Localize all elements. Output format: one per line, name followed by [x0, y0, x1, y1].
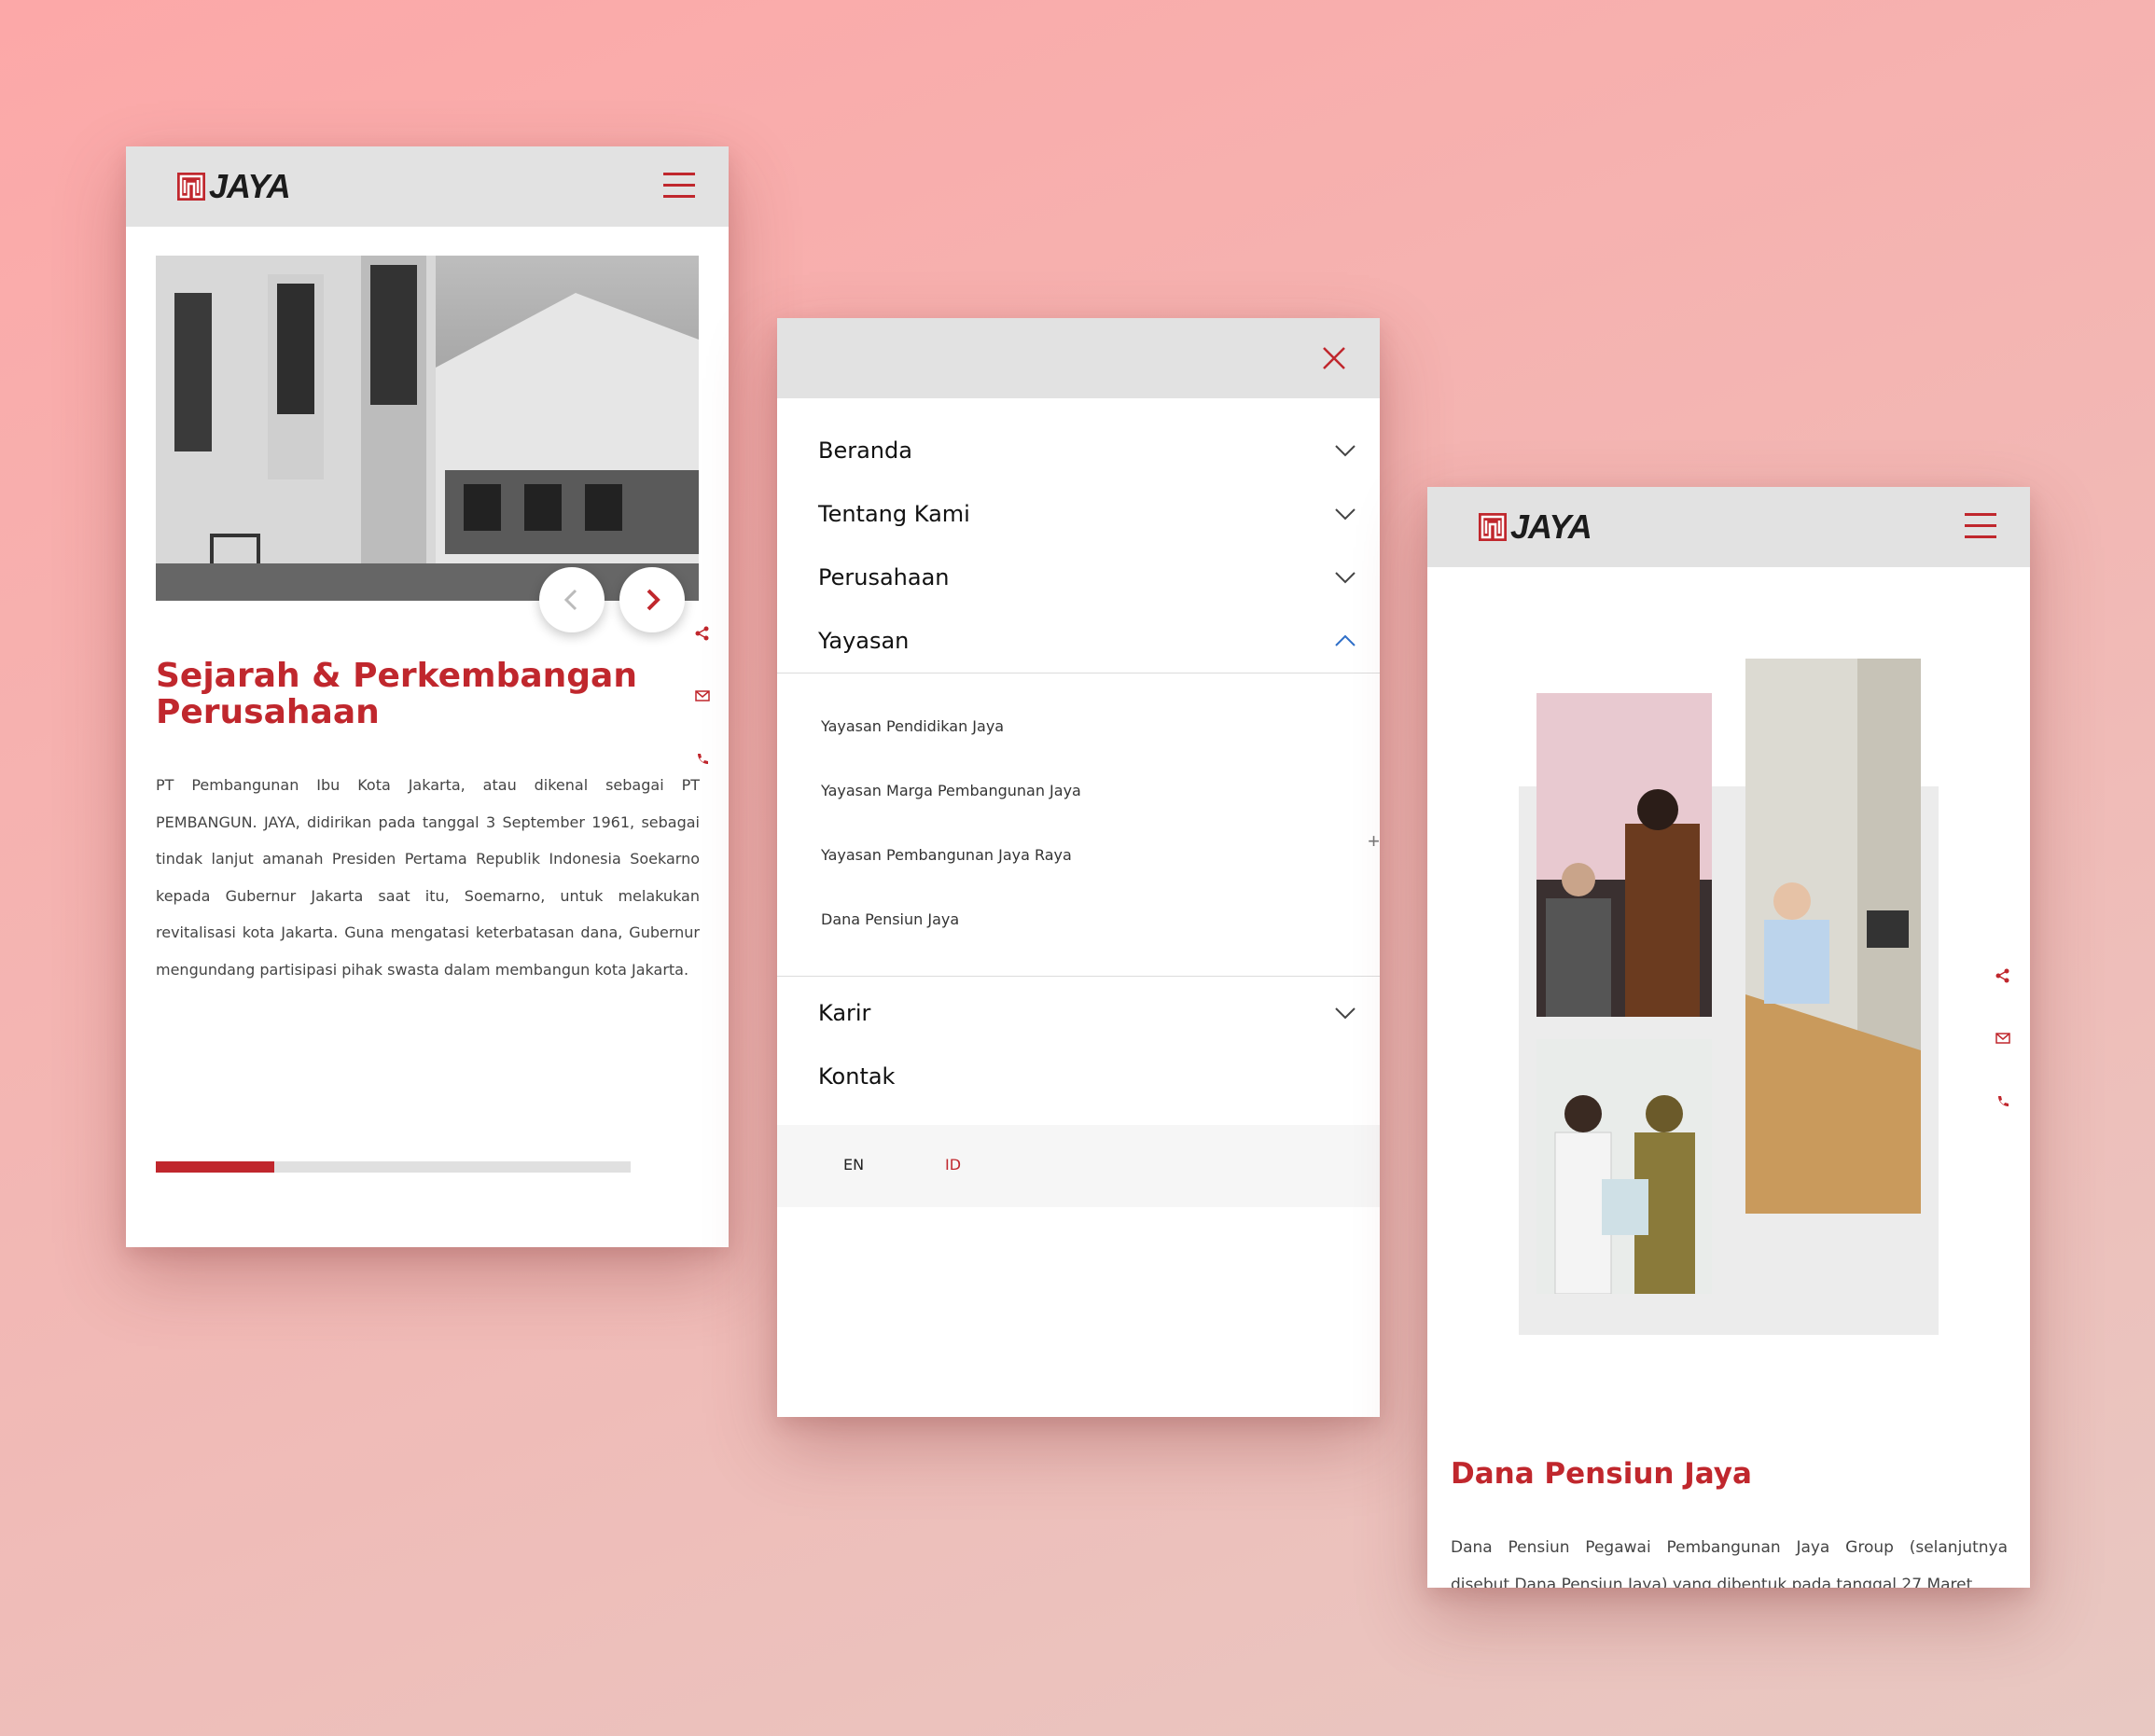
lang-en[interactable]: EN: [843, 1156, 864, 1174]
carousel-prev-button[interactable]: [539, 567, 605, 632]
photo-meeting: [1536, 693, 1712, 1017]
submenu-item[interactable]: Yayasan Marga Pembangunan Jaya: [821, 782, 1081, 799]
menu-item-yayasan[interactable]: Yayasan: [818, 623, 1356, 660]
chevron-down-icon: [1335, 1007, 1356, 1020]
submenu-item[interactable]: Dana Pensiun Jaya: [821, 910, 959, 928]
menu-item-beranda[interactable]: Beranda: [818, 433, 1356, 470]
share-icon[interactable]: [694, 625, 711, 642]
menu-item-tentang-kami[interactable]: Tentang Kami: [818, 496, 1356, 534]
chevron-right-icon: [646, 589, 660, 611]
chevron-up-icon: [1335, 634, 1356, 646]
carousel-progress-bar: [156, 1161, 631, 1173]
photo-handover: [1536, 1039, 1712, 1294]
pension-fund-screen: JAYA Dana Pensiun Jaya Dana Pensiun Pega…: [1427, 487, 2030, 1588]
historic-building-photo: [156, 256, 699, 601]
submenu-item[interactable]: Yayasan Pendidikan Jaya: [821, 717, 1004, 735]
progress-fill: [156, 1161, 275, 1173]
lang-id[interactable]: ID: [945, 1156, 961, 1174]
photo-office: [1745, 659, 1921, 1214]
divider: [777, 673, 1380, 674]
jaya-logo-mark-icon: [177, 173, 205, 201]
menu-label: Kontak: [818, 1063, 896, 1090]
phone-icon[interactable]: [1995, 1093, 2011, 1110]
menu-label: Perusahaan: [818, 564, 950, 590]
language-switcher: EN ID: [777, 1125, 1380, 1207]
menu-item-karir[interactable]: Karir: [818, 995, 1356, 1033]
gallery-photo: [1745, 659, 1921, 1214]
close-icon[interactable]: [1320, 344, 1348, 372]
divider: [777, 976, 1380, 977]
chevron-down-icon: [1335, 445, 1356, 457]
menu-label: Yayasan: [818, 628, 910, 654]
section-title: Dana Pensiun Jaya: [1451, 1457, 1752, 1491]
logo-text: JAYA: [1510, 507, 1592, 546]
history-paragraph: PT Pembangunan Ibu Kota Jakarta, atau di…: [156, 776, 700, 979]
menu-label: Karir: [818, 1000, 871, 1026]
menu-header: [777, 318, 1380, 398]
history-screen: JAYA Sejarah & Perkembangan Perusahaan P…: [126, 146, 729, 1247]
plus-icon: +: [1368, 829, 1380, 853]
chevron-down-icon: [1335, 572, 1356, 584]
phone-icon[interactable]: [694, 751, 711, 768]
menu-icon[interactable]: [1965, 513, 1996, 541]
pension-paragraph: Dana Pensiun Pegawai Pembangunan Jaya Gr…: [1451, 1538, 2008, 1588]
jaya-logo-mark-icon: [1479, 513, 1507, 541]
header: JAYA: [126, 146, 729, 227]
menu-icon[interactable]: [663, 173, 695, 201]
menu-label: Tentang Kami: [818, 501, 970, 527]
chevron-left-icon: [563, 589, 577, 611]
jaya-logo[interactable]: JAYA: [177, 167, 291, 205]
gallery-photo: [1536, 693, 1712, 1017]
menu-item-kontak[interactable]: Kontak: [818, 1059, 1356, 1096]
page-title: Sejarah & Perkembangan Perusahaan: [156, 657, 637, 731]
mail-icon[interactable]: [694, 687, 711, 704]
header: JAYA: [1427, 487, 2030, 567]
menu-label: Beranda: [818, 437, 912, 464]
jaya-logo[interactable]: JAYA: [1479, 507, 1592, 546]
share-icon[interactable]: [1995, 967, 2011, 984]
gallery-photo: [1536, 1039, 1712, 1294]
hero-image: [156, 256, 699, 601]
carousel-next-button[interactable]: [619, 567, 685, 632]
navigation-menu-screen: Beranda Tentang Kami Perusahaan Yayasan …: [777, 318, 1380, 1417]
submenu-item[interactable]: Yayasan Pembangunan Jaya Raya: [821, 846, 1072, 864]
menu-item-perusahaan[interactable]: Perusahaan: [818, 560, 1356, 597]
chevron-down-icon: [1335, 508, 1356, 521]
mail-icon[interactable]: [1995, 1030, 2011, 1047]
logo-text: JAYA: [209, 167, 291, 205]
